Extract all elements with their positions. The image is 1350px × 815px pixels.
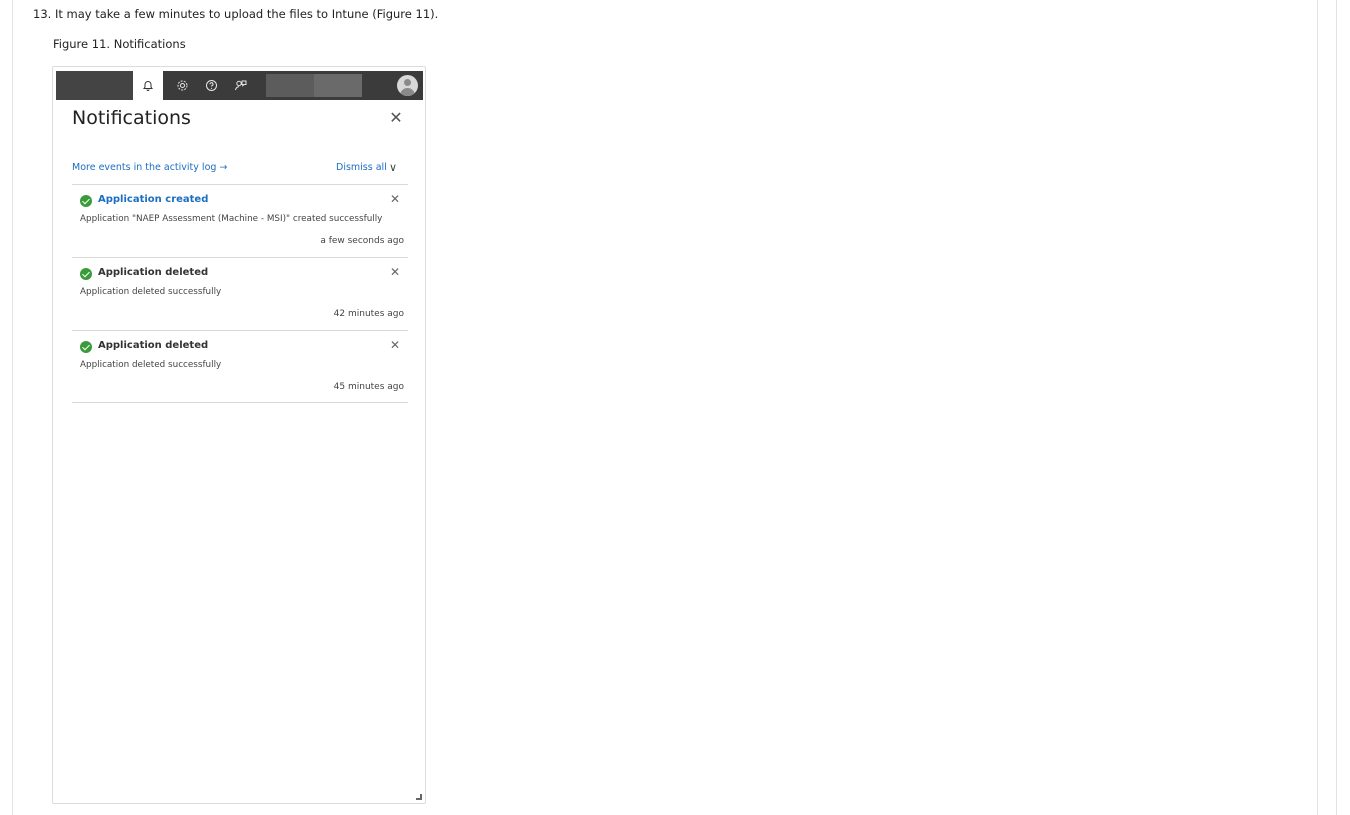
avatar-body	[400, 88, 415, 96]
notification-message: Application deleted successfully	[80, 287, 222, 297]
page-border-left	[12, 0, 13, 815]
notifications-title: Notifications	[72, 107, 191, 129]
notification-message: Application deleted successfully	[80, 360, 222, 370]
notification-item[interactable]: Application deleted ✕ Application delete…	[72, 258, 408, 330]
resize-handle-icon[interactable]	[416, 794, 422, 800]
notifications-figure: Notifications ✕ More events in the activ…	[52, 66, 426, 804]
close-icon[interactable]: ✕	[390, 192, 400, 206]
gear-icon[interactable]	[167, 71, 197, 100]
bell-icon[interactable]	[133, 71, 163, 100]
step-instruction: 13. It may take a few minutes to upload …	[33, 7, 439, 21]
notification-item[interactable]: Application created ✕ Application "NAEP …	[72, 185, 408, 257]
close-icon[interactable]: ✕	[390, 338, 400, 352]
success-check-icon	[80, 195, 92, 207]
help-icon[interactable]	[196, 71, 226, 100]
avatar-head	[404, 79, 411, 86]
scrollbar-track[interactable]	[1336, 0, 1337, 815]
divider	[72, 402, 408, 403]
notification-item[interactable]: Application deleted ✕ Application delete…	[72, 331, 408, 403]
page-border-right	[1317, 0, 1318, 815]
figure-caption: Figure 11. Notifications	[53, 37, 186, 51]
feedback-icon[interactable]	[225, 71, 255, 100]
success-check-icon	[80, 341, 92, 353]
redacted-account-area	[314, 74, 362, 97]
dismiss-all-button[interactable]: Dismiss all	[336, 162, 387, 173]
avatar[interactable]	[397, 75, 418, 96]
close-icon[interactable]: ✕	[390, 265, 400, 279]
notification-title[interactable]: Application created	[98, 194, 208, 205]
notification-time: a few seconds ago	[320, 236, 404, 246]
notification-title: Application deleted	[98, 267, 209, 278]
portal-top-bar	[56, 71, 423, 100]
chevron-down-icon[interactable]: ∨	[389, 161, 397, 174]
notification-time: 42 minutes ago	[333, 309, 404, 319]
close-icon[interactable]: ✕	[388, 110, 404, 126]
redacted-account-area	[266, 74, 314, 97]
top-bar-search-area	[56, 71, 133, 100]
notification-title: Application deleted	[98, 340, 209, 351]
notification-message: Application "NAEP Assessment (Machine - …	[80, 214, 383, 224]
notification-time: 45 minutes ago	[333, 382, 404, 392]
activity-log-link[interactable]: More events in the activity log →	[72, 162, 227, 173]
success-check-icon	[80, 268, 92, 280]
